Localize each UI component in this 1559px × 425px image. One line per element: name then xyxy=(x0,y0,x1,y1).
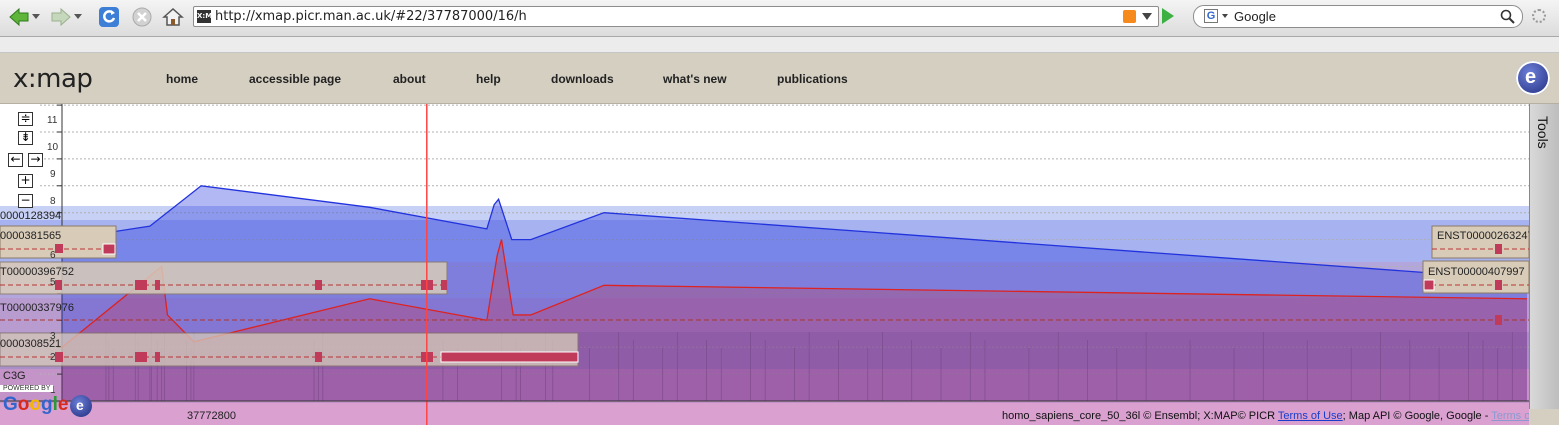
go-icon[interactable] xyxy=(1162,8,1174,24)
search-engine-dropdown-icon[interactable] xyxy=(1222,14,1228,18)
gene-label[interactable]: 0000128394 xyxy=(0,210,61,222)
exon-block xyxy=(441,280,447,290)
forward-button[interactable] xyxy=(48,5,74,29)
url-bar[interactable]: X:M http://xmap.picr.man.ac.uk/#22/37787… xyxy=(193,6,1159,27)
gene-label[interactable]: T00000337976 xyxy=(0,302,74,314)
back-dropdown-icon[interactable] xyxy=(32,14,40,19)
y-tick-label: 10 xyxy=(47,142,59,153)
google-letter: o xyxy=(17,394,30,415)
powered-by-label: POWERED BY xyxy=(0,385,54,392)
nav-accessible-page[interactable]: accessible page xyxy=(249,72,341,86)
exon-block xyxy=(1423,279,1435,291)
reload-button[interactable] xyxy=(96,5,122,29)
throbber-icon xyxy=(1532,9,1546,23)
nav-help[interactable]: help xyxy=(476,72,501,86)
site-favicon-icon: X:M xyxy=(197,10,212,23)
nav-home[interactable]: home xyxy=(166,72,198,86)
home-icon xyxy=(162,7,184,26)
picr-logo-glyph: e xyxy=(76,397,84,413)
gene-label[interactable]: C3G xyxy=(3,370,26,382)
exon-block xyxy=(155,352,160,362)
exon-block xyxy=(315,352,322,362)
exon-block xyxy=(1495,315,1502,325)
pan-left-button[interactable]: ← xyxy=(8,153,23,167)
pan-right-button[interactable]: → xyxy=(28,153,43,167)
search-input[interactable]: Google xyxy=(1234,9,1276,24)
site-logo[interactable]: x:map xyxy=(13,64,93,94)
gene-label[interactable]: 0000308521 xyxy=(0,338,61,350)
back-icon xyxy=(9,7,29,27)
google-letter: g xyxy=(41,394,53,415)
y-tick-label: 8 xyxy=(50,196,56,207)
exon-block xyxy=(55,280,62,290)
forward-dropdown-icon[interactable] xyxy=(74,14,82,19)
reload-icon xyxy=(99,7,119,27)
url-dropdown-icon[interactable] xyxy=(1142,13,1152,20)
genome-map[interactable]: 11 10 9 8 6 5 3 2 1 ≑ ⇟ ← → + − 00001283… xyxy=(0,104,1529,425)
exon-block xyxy=(1495,280,1502,290)
search-icon[interactable] xyxy=(1500,9,1516,25)
exon-block xyxy=(440,351,579,363)
picr-logo-glyph: e xyxy=(1525,66,1537,88)
zoom-in-button[interactable]: + xyxy=(18,174,33,188)
terms-of-use-link[interactable]: Terms of Use xyxy=(1278,410,1343,422)
gene-label[interactable]: T00000396752 xyxy=(0,266,74,278)
search-engine-icon[interactable]: G xyxy=(1204,9,1218,23)
tools-label[interactable]: Tools xyxy=(1535,116,1551,149)
map-api-attribution: ; Map API © Google, Google - xyxy=(1342,410,1492,422)
site-header: x:map home accessible page about help do… xyxy=(0,53,1559,104)
google-logo[interactable]: Google xyxy=(3,394,68,416)
gene-label[interactable]: ENST00000407997 xyxy=(1428,266,1525,278)
y-tick-label: 6 xyxy=(50,250,56,261)
gene-label[interactable]: ENST00000263247 xyxy=(1437,230,1529,242)
nav-whats-new[interactable]: what's new xyxy=(663,72,727,86)
exon-block xyxy=(55,244,63,253)
back-button[interactable] xyxy=(6,5,32,29)
db-attribution: homo_sapiens_core_50_36l © Ensembl; X:MA… xyxy=(1002,410,1278,422)
expand-tracks-button[interactable]: ≑ xyxy=(18,112,33,126)
search-box[interactable]: G Google xyxy=(1193,5,1523,28)
zoom-out-button[interactable]: − xyxy=(18,194,33,208)
google-letter: G xyxy=(3,394,18,415)
exon-block xyxy=(155,280,160,290)
forward-icon xyxy=(51,7,71,27)
nav-about[interactable]: about xyxy=(393,72,426,86)
rss-icon[interactable] xyxy=(1123,10,1136,23)
collapse-tracks-button[interactable]: ⇟ xyxy=(18,131,33,145)
exon-block xyxy=(135,280,147,290)
stop-button[interactable] xyxy=(129,5,155,29)
x-tick-label: 37772800 xyxy=(187,410,236,422)
exon-block xyxy=(315,280,322,290)
y-tick-label: 11 xyxy=(47,115,58,126)
bookmarks-bar xyxy=(0,37,1559,53)
exon-block xyxy=(1495,244,1502,254)
exon-block xyxy=(55,352,63,362)
expression-chart[interactable] xyxy=(0,104,1529,425)
browser-toolbar: X:M http://xmap.picr.man.ac.uk/#22/37787… xyxy=(0,0,1559,37)
exon-block xyxy=(102,243,116,255)
picr-logo-icon[interactable]: e xyxy=(1516,61,1550,95)
tools-panel[interactable]: Tools xyxy=(1529,104,1559,409)
y-tick-label: 9 xyxy=(50,169,56,180)
picr-footer-logo-icon: e xyxy=(70,395,92,417)
exon-block xyxy=(135,352,147,362)
google-letter: o xyxy=(29,394,41,415)
tools-panel-footer xyxy=(1529,409,1559,425)
map-attribution: homo_sapiens_core_50_36l © Ensembl; X:MA… xyxy=(1002,410,1556,422)
home-button[interactable] xyxy=(160,5,186,29)
nav-publications[interactable]: publications xyxy=(777,72,848,86)
y-tick-label: 5 xyxy=(50,277,56,288)
stop-icon xyxy=(132,7,152,27)
gene-label[interactable]: 0000381565 xyxy=(0,230,61,242)
url-text[interactable]: http://xmap.picr.man.ac.uk/#22/37787000/… xyxy=(215,9,527,24)
nav-downloads[interactable]: downloads xyxy=(551,72,614,86)
y-tick-label: 2 xyxy=(50,352,56,363)
google-letter: e xyxy=(57,394,69,415)
